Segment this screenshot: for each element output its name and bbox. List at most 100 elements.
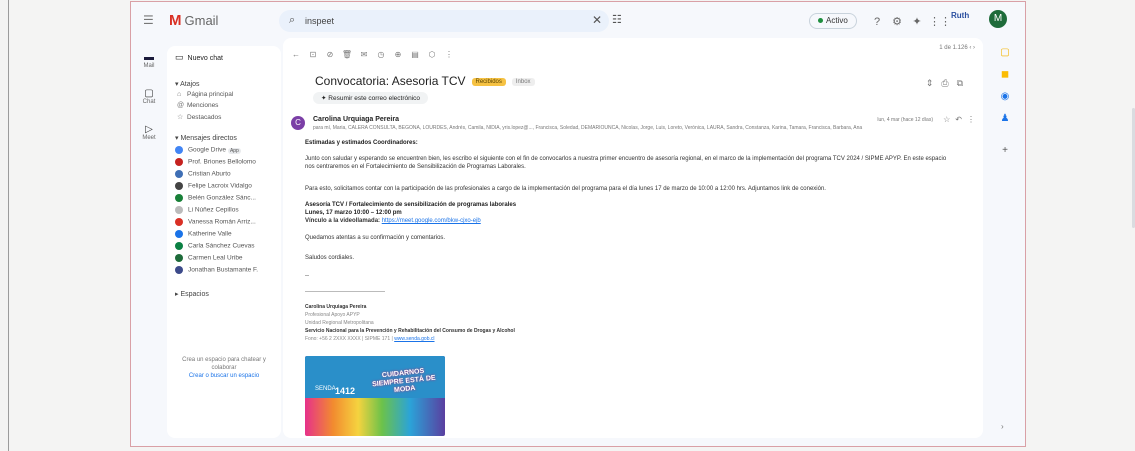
dm-item[interactable]: Katherine Valle <box>175 230 232 238</box>
dm-avatar <box>175 218 183 226</box>
label-chip[interactable]: Inbox <box>511 77 535 86</box>
dm-item[interactable]: Prof. Briones Bellolomo <box>175 158 256 166</box>
gemini-icon[interactable]: ✦ <box>909 15 925 28</box>
meet-link[interactable]: https://meet.google.com/bkw-cjxo-ejb <box>382 218 481 224</box>
contacts-icon[interactable]: ♟ <box>993 108 1017 130</box>
shortcuts-header[interactable]: ▾ Atajos <box>175 80 200 88</box>
dm-avatar <box>175 182 183 190</box>
gmail-logo[interactable]: M Gmail <box>169 12 218 29</box>
side-panel-rail: ▢ ◼ ◉ ♟ + <box>993 42 1017 162</box>
dm-avatar <box>175 146 183 154</box>
status-chip[interactable]: Activo <box>809 13 857 29</box>
dm-item[interactable]: Vanessa Román Arriz... <box>175 218 256 226</box>
archive-icon[interactable]: ⊡ <box>306 50 320 59</box>
label-icon[interactable]: ⬡ <box>425 50 439 59</box>
signature-phone: Fono: +56 2 2XXX XXXX | SIPME 171 | <box>305 336 393 342</box>
signature-web-link[interactable]: www.senda.gob.cl <box>394 336 434 342</box>
subject-actions: ⇕ ⎙ ⧉ <box>918 78 963 89</box>
chat-icon: ▢ <box>144 88 154 99</box>
dm-name: Google Drive <box>188 146 226 154</box>
more-icon[interactable]: ⋮ <box>967 115 975 124</box>
back-icon[interactable]: ← <box>289 50 303 59</box>
add-addon-icon[interactable]: + <box>993 140 1017 162</box>
search-input[interactable] <box>305 14 525 28</box>
dm-item[interactable]: Jonathan Bustamante F. <box>175 266 258 274</box>
move-icon[interactable]: ▤ <box>408 50 422 59</box>
delete-icon[interactable]: 🗑 <box>340 50 354 59</box>
snooze-icon[interactable]: ◷ <box>374 50 388 59</box>
dm-item[interactable]: Cristian Aburto <box>175 170 231 178</box>
star-icon[interactable]: ☆ <box>943 115 950 124</box>
sender-avatar[interactable]: C <box>291 116 305 130</box>
tasks-icon[interactable]: ◉ <box>993 86 1017 108</box>
expand-panel-icon[interactable]: › <box>1001 422 1004 431</box>
new-chat-button[interactable]: ▭ Nuevo chat <box>175 52 223 63</box>
mail-icon: ▬ <box>144 52 154 63</box>
dm-avatar <box>175 242 183 250</box>
org-logo[interactable]: Ruth <box>951 11 969 20</box>
search-icon[interactable]: ⌕ <box>289 14 295 27</box>
menu-icon[interactable]: ☰ <box>143 13 157 27</box>
gmail-m-icon: M <box>169 12 182 29</box>
dm-avatar <box>175 230 183 238</box>
apps-icon[interactable]: ⋮⋮ <box>929 15 951 28</box>
dm-item[interactable]: Carla Sánchez Cuevas <box>175 242 254 250</box>
status-label: Activo <box>826 16 848 25</box>
calendar-icon[interactable]: ▢ <box>993 42 1017 64</box>
dm-header[interactable]: ▾ Mensajes directos <box>175 134 237 142</box>
search-bar[interactable]: ⌕ ✕ ☷ <box>279 10 622 32</box>
dm-item[interactable]: Google Drive App <box>175 146 241 154</box>
nav-item-mentions[interactable]: @ Menciones <box>177 102 218 109</box>
dm-item[interactable]: Li Núñez Cepillos <box>175 206 239 214</box>
label-chip[interactable]: Recibidos <box>471 77 506 86</box>
rail-item-chat[interactable]: ▢ Chat <box>133 88 165 120</box>
banner-logo: SENDA <box>315 386 336 392</box>
dm-name: Belén González Sánc... <box>188 194 256 202</box>
create-space-link[interactable]: Crear o buscar un espacio <box>175 373 273 379</box>
page-edge <box>8 0 9 451</box>
dm-name: Cristian Aburto <box>188 170 231 178</box>
collapse-icon[interactable]: ⇕ <box>926 78 934 88</box>
more-icon[interactable]: ⋮ <box>442 50 456 59</box>
sender-name[interactable]: Carolina Urquiaga Pereira <box>313 116 399 123</box>
account-avatar[interactable]: M <box>989 10 1007 28</box>
dm-item[interactable]: Belén González Sánc... <box>175 194 256 202</box>
next-icon[interactable]: › <box>973 45 975 51</box>
new-chat-label: Nuevo chat <box>187 55 223 62</box>
rail-label: Mail <box>143 63 155 69</box>
keep-icon[interactable]: ◼ <box>993 64 1017 86</box>
nav-item-starred[interactable]: ☆ Destacados <box>177 113 221 121</box>
nav-item-home[interactable]: ⌂ Página principal <box>177 91 233 98</box>
dm-avatar <box>175 170 183 178</box>
summarize-label: Resumir este correo electrónico <box>328 95 421 102</box>
task-icon[interactable]: ⊕ <box>391 50 405 59</box>
prev-icon[interactable]: ‹ <box>969 45 971 51</box>
clear-search-icon[interactable]: ✕ <box>592 13 602 27</box>
spaces-empty-note: Crea un espacio para chatear y colaborar <box>182 357 266 371</box>
mark-unread-icon[interactable]: ✉ <box>357 50 371 59</box>
search-options-icon[interactable]: ☷ <box>612 13 622 26</box>
rail-item-meet[interactable]: ▷ Meet <box>133 124 165 156</box>
banner-number: 1412 <box>335 386 356 396</box>
message-pane: ← ⊡ ⊘ 🗑 ✉ ◷ ⊕ ▤ ⬡ ⋮ 1 de 1.126 ‹ › Convocatoria: … <box>283 38 1135 438</box>
reply-icon[interactable]: ↶ <box>955 115 962 124</box>
dm-item[interactable]: Carmen Leal Uribe <box>175 254 243 262</box>
dm-avatar <box>175 158 183 166</box>
settings-icon[interactable]: ⚙ <box>889 15 905 28</box>
dm-item[interactable]: Felipe Lacroix Vidalgo <box>175 182 252 190</box>
open-new-window-icon[interactable]: ⧉ <box>957 78 963 88</box>
dm-avatar <box>175 266 183 274</box>
at-icon: @ <box>177 102 185 109</box>
star-icon: ☆ <box>177 114 184 121</box>
message-toolbar: ← ⊡ ⊘ 🗑 ✉ ◷ ⊕ ▤ ⬡ ⋮ <box>289 44 979 59</box>
spaces-header[interactable]: ▸ Espacios <box>175 290 209 298</box>
chat-sidebar: ▭ Nuevo chat ▾ Atajos ⌂ Página principal @… <box>167 46 281 438</box>
summarize-button[interactable]: ✦ Resumir este correo electrónico <box>313 92 429 104</box>
print-icon[interactable]: ⎙ <box>941 78 948 88</box>
dm-name: Vanessa Román Arriz... <box>188 218 256 226</box>
message-actions: ☆ ↶ ⋮ <box>938 115 975 124</box>
help-icon[interactable]: ? <box>869 16 885 28</box>
report-icon[interactable]: ⊘ <box>323 50 337 59</box>
rail-item-mail[interactable]: ▬ Mail <box>133 52 165 84</box>
recipients[interactable]: para mí, Maria, CALERA CONSULTA, BEGOÑA,… <box>313 125 913 131</box>
